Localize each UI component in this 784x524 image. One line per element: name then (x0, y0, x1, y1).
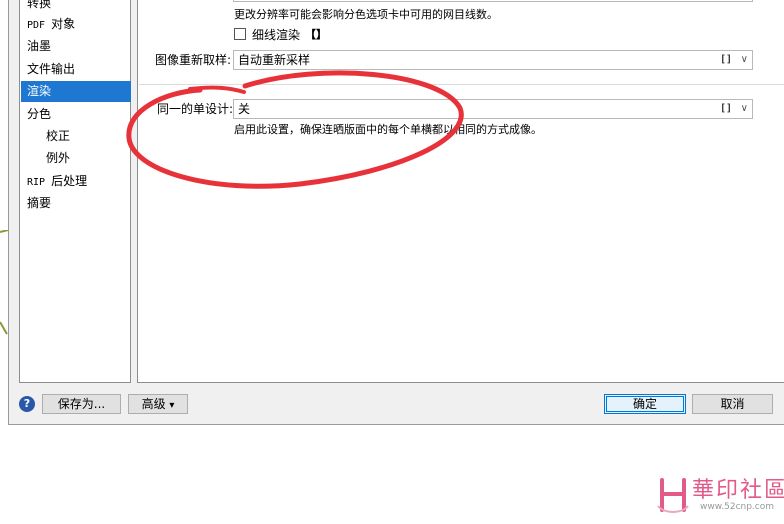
ok-button[interactable]: 确定 (604, 394, 686, 414)
sidebar-item-calibration[interactable]: 校正 (21, 126, 131, 147)
watermark-brand: 華印社區 (692, 478, 784, 503)
sidebar-item-summary[interactable]: 摘要 (21, 193, 131, 214)
sidebar-item-convert[interactable]: 转换 (21, 0, 131, 14)
watermark-logo-icon (657, 478, 689, 513)
site-watermark: 華印社區 www.52cnp.com (644, 470, 784, 524)
advanced-button[interactable]: 高级 ▾ (128, 394, 188, 414)
step-repeat-lock-icon[interactable]: [] (720, 100, 732, 118)
dropdown-arrow-icon: ▾ (169, 400, 175, 411)
image-resample-lock-icon[interactable]: [] (720, 51, 732, 69)
resolution-select-edge[interactable] (233, 0, 753, 2)
hairline-rendering-label: 细线渲染 (252, 28, 301, 42)
settings-panel: 更改分辨率可能会影响分色选项卡中可用的网目线数。 细线渲染 【】 图像重新取样:… (137, 0, 784, 383)
chevron-down-icon: ∨ (740, 54, 748, 65)
sidebar-item-exceptions[interactable]: 例外 (21, 148, 131, 169)
hairline-lock-icon[interactable]: 【】 (305, 26, 327, 42)
sidebar-item-file-output[interactable]: 文件输出 (21, 59, 131, 80)
step-repeat-label: 同一的单设计: (157, 102, 234, 116)
image-resample-value: 自动重新采样 (238, 53, 311, 67)
watermark-url: www.52cnp.com (700, 502, 775, 512)
save-as-button[interactable]: 保存为... (42, 394, 121, 414)
cancel-button[interactable]: 取消 (692, 394, 773, 414)
chevron-down-icon: ∨ (740, 103, 748, 114)
advanced-button-label: 高级 (141, 397, 166, 411)
background-vine-decoration (0, 230, 9, 335)
image-resample-label: 图像重新取样: (155, 53, 232, 67)
step-repeat-note: 启用此设置，确保连晒版面中的每个单横都以相同的方式成像。 (234, 123, 542, 136)
image-resample-select[interactable]: 自动重新采样 [] ∨ (233, 50, 753, 70)
settings-sidebar: 转换 PDF 对象 油墨 文件输出 渲染 分色 校正 例外 RIP 后处理 摘要 (19, 0, 131, 383)
step-repeat-value: 关 (238, 102, 251, 116)
sidebar-item-rendering[interactable]: 渲染 (21, 81, 131, 102)
section-divider (139, 84, 784, 85)
sidebar-item-separations[interactable]: 分色 (21, 104, 131, 125)
sidebar-item-rip-postprocess[interactable]: RIP 后处理 (21, 171, 131, 192)
hairline-rendering-checkbox[interactable] (234, 28, 246, 40)
help-icon[interactable]: ? (19, 396, 35, 412)
sidebar-item-inks[interactable]: 油墨 (21, 36, 131, 57)
step-repeat-select[interactable]: 关 [] ∨ (233, 99, 753, 119)
resolution-note: 更改分辨率可能会影响分色选项卡中可用的网目线数。 (234, 8, 498, 21)
sidebar-item-pdf-objects[interactable]: PDF 对象 (21, 14, 131, 35)
